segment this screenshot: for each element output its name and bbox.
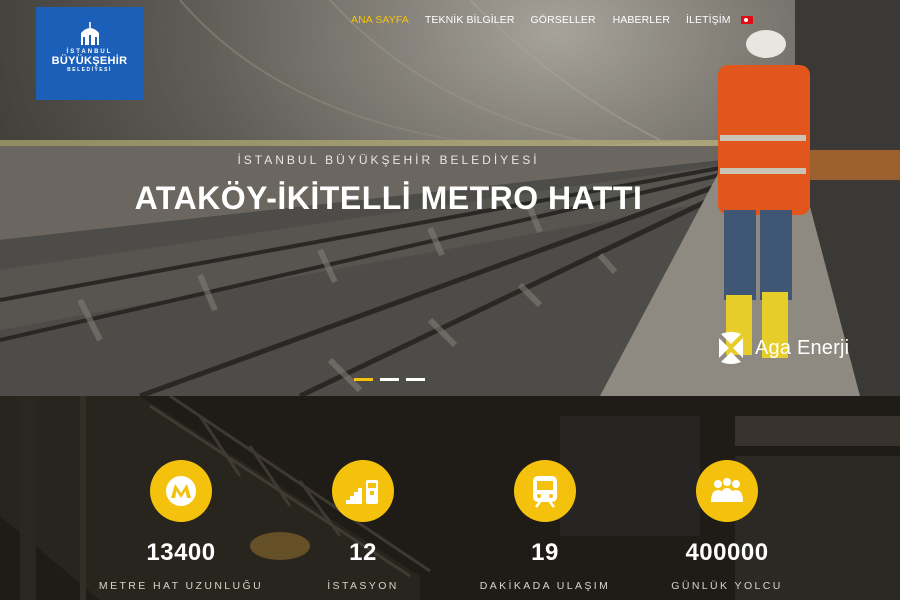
ibb-emblem-icon <box>80 22 99 45</box>
stat-label: DAKİKADA ULAŞIM <box>479 580 611 592</box>
stat-stations: 12 İSTASYON <box>278 460 448 592</box>
stat-daily-passengers: 400000 GÜNLÜK YOLCU <box>642 460 812 592</box>
passengers-icon <box>696 460 758 522</box>
logo-line3: BELEDİYESİ <box>67 67 112 73</box>
slider-dot-1[interactable] <box>354 378 373 381</box>
metro-icon <box>150 460 212 522</box>
nav-gallery[interactable]: GÖRSELLER <box>531 14 596 26</box>
hero-title: ATAKÖY-İKİTELLİ METRO HATTI <box>134 180 643 216</box>
train-icon <box>514 460 576 522</box>
hero-slider: İSTANBUL BÜYÜKŞEHİR BELEDİYESİ ANA SAYFA… <box>0 0 900 396</box>
hero-subtitle: İSTANBUL BÜYÜKŞEHİR BELEDİYESİ <box>237 153 540 167</box>
slider-dot-3[interactable] <box>406 378 425 381</box>
stat-travel-time: 19 DAKİKADA ULAŞIM <box>460 460 630 592</box>
sponsor-name: Aga Enerji <box>755 336 850 359</box>
turkey-flag-icon[interactable] <box>740 16 753 24</box>
nav-technical-info[interactable]: TEKNİK BİLGİLER <box>425 14 515 26</box>
nav-contact[interactable]: İLETİŞİM <box>686 14 731 26</box>
ibb-logo[interactable]: İSTANBUL BÜYÜKŞEHİR BELEDİYESİ <box>36 7 143 100</box>
stat-label: GÜNLÜK YOLCU <box>671 580 783 592</box>
slider-dots <box>354 378 425 381</box>
sponsor-logo: Aga Enerji <box>713 330 849 366</box>
stat-value: 13400 <box>146 539 216 566</box>
nav-home[interactable]: ANA SAYFA <box>351 14 409 26</box>
nav-news[interactable]: HABERLER <box>613 14 670 26</box>
stat-value: 400000 <box>685 539 769 566</box>
station-icon <box>332 460 394 522</box>
aga-enerji-icon <box>719 332 743 364</box>
slider-dot-2[interactable] <box>380 378 399 381</box>
stat-value: 12 <box>349 539 377 566</box>
stat-track-length: 13400 METRE HAT UZUNLUĞU <box>96 460 266 592</box>
stat-value: 19 <box>531 539 559 566</box>
stat-label: İSTASYON <box>327 580 399 592</box>
logo-line2: BÜYÜKŞEHİR <box>51 55 128 67</box>
stat-label: METRE HAT UZUNLUĞU <box>98 580 264 592</box>
main-nav: ANA SAYFA TEKNİK BİLGİLER GÖRSELLER HABE… <box>351 13 753 27</box>
stats-section: 13400 METRE HAT UZUNLUĞU 12 İSTASYON 19 <box>0 396 900 600</box>
